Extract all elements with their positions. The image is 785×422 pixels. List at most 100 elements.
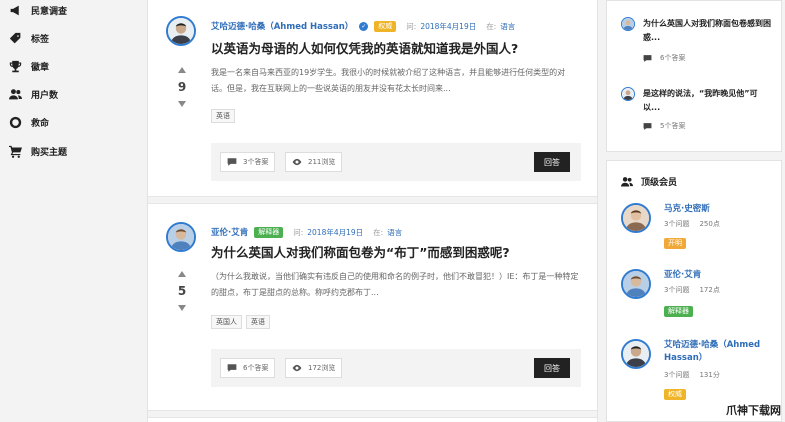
question-category[interactable]: 语言 bbox=[500, 21, 515, 32]
question-actions: 3个答案 211浏览 回答 bbox=[211, 143, 581, 181]
member-questions: 3个问题 bbox=[664, 220, 690, 228]
sidebar-item-buy-theme[interactable]: 购买主题 bbox=[8, 143, 67, 159]
member-item: 马克·史密斯 3个问题 250点 开明 bbox=[621, 203, 781, 253]
member-points: 250点 bbox=[699, 220, 720, 228]
sidebar-item-label: 徽章 bbox=[31, 62, 50, 73]
avatar[interactable] bbox=[621, 339, 651, 369]
recent-question-title[interactable]: 为什么英国人对我们称面包卷感到困惑... bbox=[643, 17, 771, 45]
user-badge: 权威 bbox=[374, 20, 397, 32]
upvote-icon[interactable] bbox=[178, 271, 186, 277]
member-item: 亚伦·艾肯 3个问题 172点 解释器 bbox=[621, 269, 781, 319]
member-questions: 3个问题 bbox=[664, 371, 690, 379]
question-card: 艾哈迈德·哈桑（Ahmed Hassan） ✓ 权威 问: 2018年4月19日… bbox=[148, 0, 597, 196]
avatar[interactable] bbox=[621, 269, 651, 299]
list-item[interactable]: 是这样的说法，“我昨晚见他”可以... 5个答案 bbox=[621, 87, 771, 137]
member-stats: 3个问题 131分 bbox=[664, 370, 730, 380]
watermark: 爪神下载网 bbox=[726, 404, 781, 417]
eye-icon bbox=[292, 364, 302, 372]
lifebuoy-icon bbox=[8, 115, 22, 129]
vote-count: 5 bbox=[177, 284, 187, 298]
question-title[interactable]: 为什么英国人对我们称面包卷为“布丁”而感到困惑呢? bbox=[211, 242, 510, 261]
question-date[interactable]: 2018年4月19日 bbox=[420, 21, 476, 32]
member-questions: 3个问题 bbox=[664, 286, 690, 294]
member-stats: 3个问题 172点 bbox=[664, 285, 730, 295]
in-label: 在: bbox=[373, 227, 384, 237]
megaphone-icon bbox=[8, 3, 22, 17]
downvote-icon[interactable] bbox=[178, 305, 186, 311]
question-excerpt: 我是一名来自马来西亚的19岁学生。我很小的时候就被介绍了这种语言，并且能够进行任… bbox=[211, 68, 566, 93]
left-sidebar: 民意调查 标签 徽章 用户数 救命 购买主题 bbox=[0, 0, 146, 422]
widget-title: 顶级会员 bbox=[621, 175, 677, 188]
question-actions: 6个答案 172浏览 回答 bbox=[211, 349, 581, 387]
sidebar-item-users[interactable]: 用户数 bbox=[8, 86, 58, 102]
views-count: 172浏览 bbox=[285, 358, 343, 378]
avatar[interactable] bbox=[621, 203, 651, 233]
list-item[interactable]: 为什么英国人对我们称面包卷感到困惑... 6个答案 bbox=[621, 17, 771, 67]
sidebar-item-label: 民意调查 bbox=[31, 6, 68, 17]
answer-button[interactable]: 回答 bbox=[534, 358, 570, 378]
views-count-label: 211浏览 bbox=[308, 158, 336, 166]
answers-count[interactable]: 3个答案 bbox=[220, 152, 276, 172]
member-points: 172点 bbox=[699, 286, 720, 294]
asked-label: 问: bbox=[406, 21, 417, 31]
comment-icon bbox=[227, 158, 237, 166]
avatar[interactable] bbox=[166, 222, 196, 252]
downvote-icon[interactable] bbox=[178, 101, 186, 107]
member-badge: 开明 bbox=[664, 238, 686, 249]
author-name[interactable]: 亚伦·艾肯 bbox=[211, 226, 248, 238]
answer-button[interactable]: 回答 bbox=[534, 152, 570, 172]
sidebar-item-polls[interactable]: 民意调查 bbox=[8, 2, 67, 18]
users-icon bbox=[621, 176, 633, 186]
avatar[interactable] bbox=[166, 16, 196, 46]
question-feed: 艾哈迈德·哈桑（Ahmed Hassan） ✓ 权威 问: 2018年4月19日… bbox=[147, 0, 598, 422]
views-count-label: 172浏览 bbox=[308, 364, 336, 372]
question-title[interactable]: 以英语为母语的人如何仅凭我的英语就知道我是外国人? bbox=[211, 38, 518, 57]
views-count: 211浏览 bbox=[285, 152, 343, 172]
tag[interactable]: 英国人 bbox=[211, 315, 242, 329]
sidebar-item-label: 购买主题 bbox=[31, 147, 68, 158]
avatar bbox=[621, 87, 635, 101]
sidebar-item-label: 标签 bbox=[31, 34, 50, 45]
in-label: 在: bbox=[486, 21, 497, 31]
answers-count-label: 6个答案 bbox=[243, 364, 269, 372]
sidebar-item-label: 用户数 bbox=[31, 90, 59, 101]
answers-count-label: 6个答案 bbox=[660, 54, 686, 62]
member-name[interactable]: 亚伦·艾肯 bbox=[664, 269, 779, 282]
verified-icon: ✓ bbox=[359, 21, 369, 31]
sidebar-item-help[interactable]: 救命 bbox=[8, 114, 49, 130]
right-sidebar: 为什么英国人对我们称面包卷感到困惑... 6个答案 是这样的说法，“我昨晚见他”… bbox=[606, 0, 785, 422]
avatar bbox=[621, 17, 635, 31]
question-excerpt: （为什么我敢说，当他们确实有违反自己的使用和命名的例子时，他们不敢冒犯！）IE：… bbox=[211, 272, 579, 297]
vote-control: 5 bbox=[172, 271, 192, 311]
users-icon bbox=[8, 87, 22, 101]
answers-count[interactable]: 6个答案 bbox=[220, 358, 276, 378]
question-meta: 亚伦·艾肯 解释器 问: 2018年4月19日 在: 语言 bbox=[211, 226, 402, 238]
trophy-icon bbox=[8, 59, 22, 73]
top-members-label: 顶级会员 bbox=[641, 178, 678, 188]
question-category[interactable]: 语言 bbox=[387, 227, 402, 238]
comment-icon bbox=[643, 54, 652, 62]
question-date[interactable]: 2018年4月19日 bbox=[307, 227, 363, 238]
member-badge: 权威 bbox=[664, 389, 686, 400]
member-name[interactable]: 艾哈迈德·哈桑（Ahmed Hassan） bbox=[664, 339, 779, 365]
asked-label: 问: bbox=[293, 227, 304, 237]
recent-question-answers: 6个答案 bbox=[643, 53, 685, 63]
recent-question-answers: 5个答案 bbox=[643, 121, 685, 131]
eye-icon bbox=[292, 158, 302, 166]
comment-icon bbox=[643, 122, 652, 130]
sidebar-item-badges[interactable]: 徽章 bbox=[8, 58, 49, 74]
sidebar-item-label: 救命 bbox=[31, 118, 50, 129]
card-divider bbox=[148, 196, 597, 204]
recent-question-title[interactable]: 是这样的说法，“我昨晚见他”可以... bbox=[643, 87, 771, 115]
member-name[interactable]: 马克·史密斯 bbox=[664, 203, 779, 216]
user-badge: 解释器 bbox=[254, 226, 284, 238]
question-card: 亚伦·艾肯 解释器 问: 2018年4月19日 在: 语言 为什么英国人对我们称… bbox=[148, 205, 597, 410]
tag[interactable]: 英语 bbox=[211, 109, 235, 123]
comment-icon bbox=[227, 364, 237, 372]
answers-count-label: 3个答案 bbox=[243, 158, 269, 166]
sidebar-item-tags[interactable]: 标签 bbox=[8, 30, 49, 46]
author-name[interactable]: 艾哈迈德·哈桑（Ahmed Hassan） bbox=[211, 20, 353, 32]
upvote-icon[interactable] bbox=[178, 67, 186, 73]
card-divider bbox=[148, 410, 597, 418]
tag[interactable]: 英语 bbox=[246, 315, 270, 329]
